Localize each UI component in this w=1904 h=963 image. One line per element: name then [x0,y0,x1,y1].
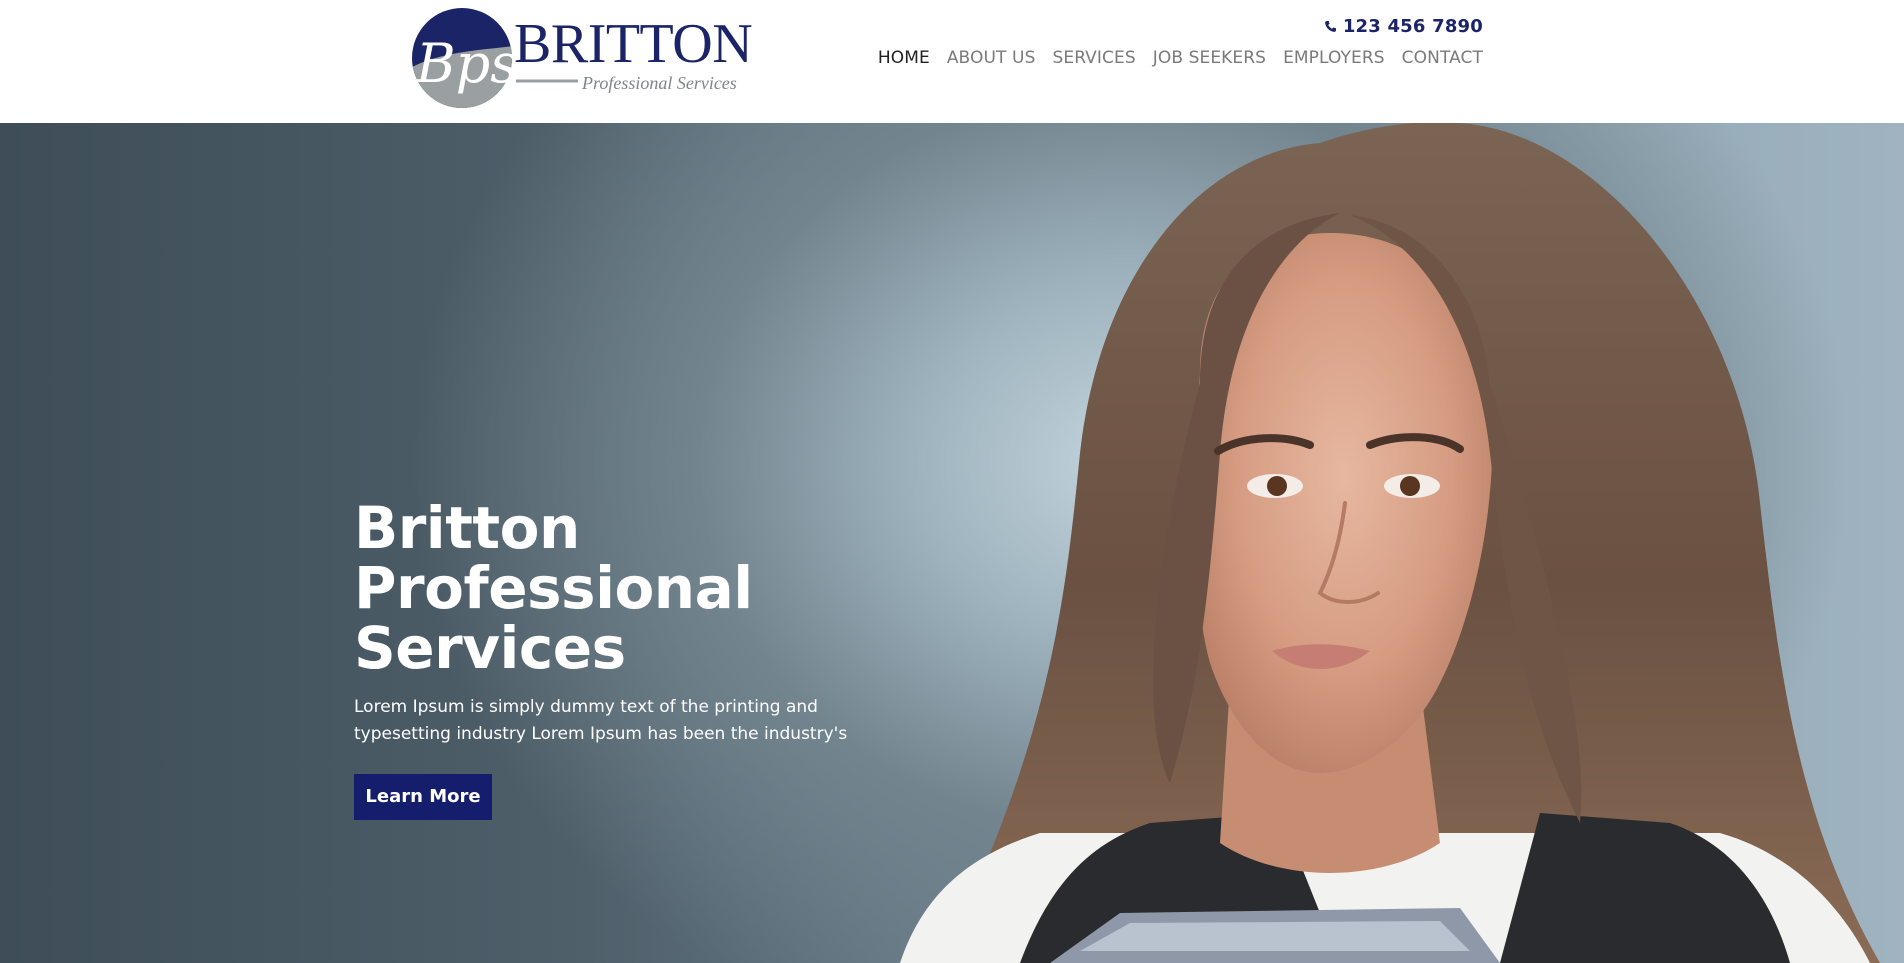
nav-home[interactable]: HOME [878,46,930,70]
site-header: Bps BRITTON Professional Services 123 45… [0,0,1904,123]
nav-job-seekers[interactable]: JOB SEEKERS [1153,46,1266,70]
phone-number: 123 456 7890 [1342,15,1483,37]
nav-contact[interactable]: CONTACT [1402,46,1483,70]
nav-employers[interactable]: EMPLOYERS [1283,46,1385,70]
svg-text:Bps: Bps [415,32,518,95]
hero-description: Lorem Ipsum is simply dummy text of the … [354,697,848,744]
hero-title-line-2: Professional Services [354,554,753,682]
svg-text:Professional Services: Professional Services [581,73,737,93]
phone-link[interactable]: 123 456 7890 [1324,14,1483,38]
hero-title: Britton Professional Services [354,498,994,678]
main-nav: HOME ABOUT US SERVICES JOB SEEKERS EMPLO… [878,46,1483,70]
learn-more-button[interactable]: Learn More [354,774,492,820]
hero-title-line-1: Britton [354,494,580,562]
svg-text:BRITTON: BRITTON [514,13,752,75]
hero-banner: Britton Professional Services Lorem Ipsu… [0,123,1904,963]
phone-icon [1324,20,1336,32]
britton-logo: Bps BRITTON Professional Services [412,8,753,108]
hero-content: Britton Professional Services Lorem Ipsu… [354,498,994,820]
nav-about-us[interactable]: ABOUT US [947,46,1036,70]
hero-person-image [900,123,1880,963]
nav-services[interactable]: SERVICES [1052,46,1135,70]
